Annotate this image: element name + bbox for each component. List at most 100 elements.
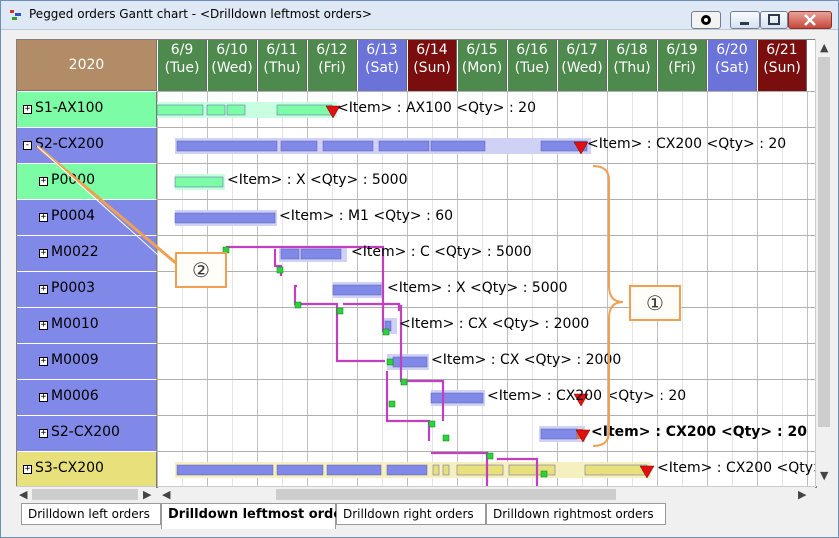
task-bar: [174, 212, 276, 224]
row-label-m0010[interactable]: + M0010: [17, 307, 157, 343]
scroll-right-arrow-icon[interactable]: ▶: [143, 488, 151, 501]
expand-icon[interactable]: +: [39, 321, 48, 330]
task-bar: [386, 464, 428, 476]
day-weekday: (Sun): [763, 60, 801, 76]
task-bar: [280, 140, 318, 152]
expand-icon[interactable]: +: [39, 249, 48, 258]
day-date: 6/18: [616, 42, 648, 58]
bar-label: <Item> : CX200 <Qty> : 20: [487, 388, 687, 404]
record-button[interactable]: [691, 11, 721, 29]
row-name: M0010: [51, 316, 99, 332]
day-date: 6/17: [566, 42, 598, 58]
task-bar: [378, 140, 430, 152]
peg-node-dot: [336, 307, 344, 315]
minimize-button[interactable]: [730, 11, 760, 29]
day-header: 6/15 (Mon): [457, 40, 507, 91]
timeline-scroll-thumb[interactable]: [276, 489, 616, 500]
expand-icon[interactable]: +: [23, 465, 32, 474]
task-bar: [430, 140, 486, 152]
task-bar: [332, 284, 382, 296]
expand-icon[interactable]: +: [39, 429, 48, 438]
day-date: 6/14: [416, 42, 448, 58]
label-scroll-thumb[interactable]: [32, 489, 138, 500]
expand-icon[interactable]: +: [39, 357, 48, 366]
row-label-m0022[interactable]: + M0022: [17, 235, 157, 271]
day-weekday: (Tue): [514, 60, 550, 76]
tab-drilldown-rightmost[interactable]: Drilldown rightmost orders: [486, 503, 666, 525]
maximize-button[interactable]: [760, 11, 788, 29]
bar-label: <Item> : CX200 <Qty>: [657, 460, 817, 476]
day-weekday: (Wed): [561, 60, 603, 76]
peg-node-dot: [442, 434, 450, 442]
task-bar: [430, 392, 484, 404]
day-weekday: (Thu): [613, 60, 651, 76]
scroll-up-arrow-icon[interactable]: ▲: [820, 41, 828, 54]
task-bar: [508, 464, 556, 476]
day-weekday: (Fri): [318, 60, 346, 76]
year-header: 2020: [17, 40, 157, 91]
expand-icon[interactable]: +: [39, 213, 48, 222]
day-header: 6/17 (Wed): [557, 40, 607, 91]
peg-node-dot: [400, 378, 408, 386]
row-label-p0004[interactable]: + P0004: [17, 199, 157, 235]
row-name: P0004: [51, 208, 96, 224]
expand-icon[interactable]: +: [39, 393, 48, 402]
scroll-down-arrow-icon[interactable]: ▼: [820, 469, 828, 482]
peg-node-dot: [294, 301, 302, 309]
task-bar: [326, 464, 382, 476]
maximize-icon: [768, 14, 780, 25]
expand-icon[interactable]: +: [39, 285, 48, 294]
day-date: 6/11: [266, 42, 298, 58]
view-tabs: Drilldown left orders Drilldown leftmost…: [16, 503, 836, 529]
task-bar: [392, 356, 428, 368]
peg-node-dot: [540, 470, 548, 478]
bar-label: <Item> : X <Qty> : 5000: [387, 280, 568, 296]
task-bar: [442, 464, 450, 476]
timeline-scroll-left-arrow-icon[interactable]: ◀: [162, 488, 170, 501]
label-horizontal-scrollbar[interactable]: ◀ ▶: [16, 486, 156, 502]
day-header: 6/9 (Tue): [157, 40, 207, 91]
timeline-scroll-right-arrow-icon[interactable]: ▶: [798, 488, 806, 501]
expand-icon[interactable]: +: [39, 177, 48, 186]
task-bar: [300, 248, 342, 260]
close-icon: [804, 14, 816, 26]
timeline-grid: <Item> : AX100 <Qty> : 20 <Item> : CX200 …: [157, 91, 816, 487]
row-label-s1-ax100[interactable]: + S1-AX100: [17, 91, 157, 127]
row-label-m0006[interactable]: + M0006: [17, 379, 157, 415]
peg-link-line: [335, 311, 385, 363]
vertical-scrollbar[interactable]: ▲ ▼: [815, 39, 833, 486]
gantt-window: Pegged orders Gantt chart - <Drilldown l…: [0, 0, 839, 538]
tab-drilldown-left[interactable]: Drilldown left orders: [21, 503, 161, 525]
tab-drilldown-right[interactable]: Drilldown right orders: [336, 503, 486, 525]
timeline-horizontal-scrollbar[interactable]: ◀ ▶: [158, 486, 815, 502]
peg-node-dot: [386, 358, 394, 366]
gantt-chart: 2020 6/9 (Tue) 6/10 (Wed) 6/11 (Thu) 6/12 (Fri)…: [16, 39, 817, 488]
scroll-left-arrow-icon[interactable]: ◀: [19, 488, 27, 501]
day-date: 6/15: [466, 42, 498, 58]
task-bar: [432, 464, 440, 476]
window-title: Pegged orders Gantt chart - <Drilldown l…: [29, 7, 372, 21]
row-label-s2-cx200[interactable]: + S2-CX200: [17, 415, 157, 451]
row-label-m0009[interactable]: + M0009: [17, 343, 157, 379]
row-label-p0000[interactable]: + P0000: [17, 163, 157, 199]
bar-label: <Item> : CX200 <Qty> : 20: [591, 424, 807, 440]
day-header: 6/20 (Sat): [707, 40, 757, 91]
task-bar: [540, 428, 578, 440]
row-name: M0009: [51, 352, 99, 368]
row-label-p0003[interactable]: + P0003: [17, 271, 157, 307]
task-bar: [174, 176, 224, 188]
day-weekday: (Mon): [461, 60, 503, 76]
peg-node-dot: [428, 420, 436, 428]
collapse-icon[interactable]: -: [23, 141, 32, 150]
close-button[interactable]: [788, 11, 832, 29]
expand-icon[interactable]: +: [23, 105, 32, 114]
vertical-scroll-thumb[interactable]: [818, 57, 830, 427]
minimize-icon: [740, 22, 749, 25]
row-label-s2-cx200[interactable]: - S2-CX200: [17, 127, 157, 163]
tab-drilldown-leftmost[interactable]: Drilldown leftmost orders: [161, 503, 356, 529]
day-date: 6/12: [316, 42, 348, 58]
day-header: 6/11 (Thu): [257, 40, 307, 91]
row-label-s3-cx200[interactable]: + S3-CX200: [17, 451, 157, 487]
row-name: S3-CX200: [35, 460, 104, 476]
task-bar: [176, 140, 278, 152]
